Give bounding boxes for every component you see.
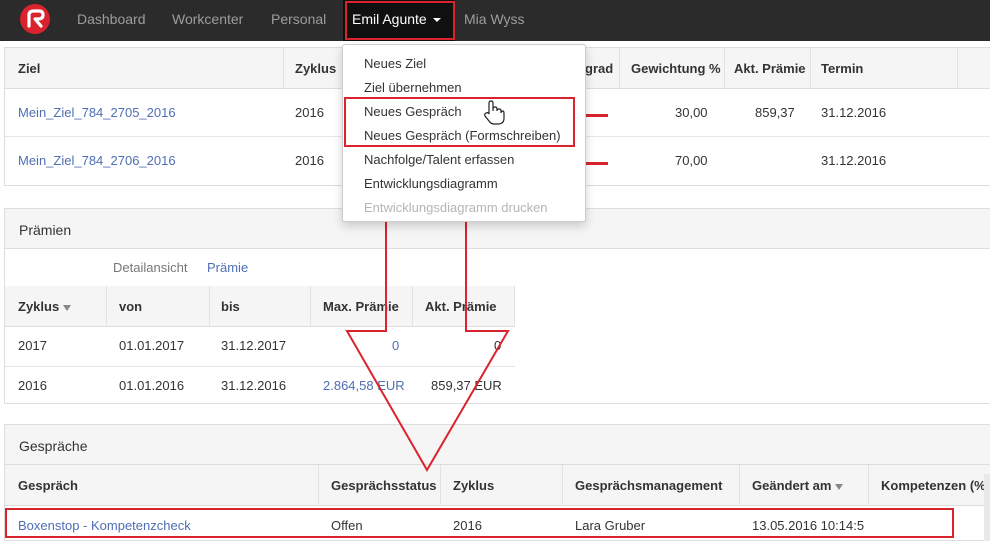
col-max-praemie[interactable]: Max. Prämie — [323, 299, 399, 314]
menu-item-ziel-uebernehmen[interactable]: Ziel übernehmen — [364, 80, 462, 95]
nav-user-mia[interactable]: Mia Wyss — [464, 11, 525, 27]
bonus-akt: 859,37 EUR — [431, 378, 502, 393]
col-kompetenzen[interactable]: Kompetenzen (%) — [881, 478, 990, 493]
col-gespraech[interactable]: Gespräch — [18, 478, 78, 493]
nav-workcenter[interactable]: Workcenter — [172, 11, 243, 27]
goal-praemie: 859,37 — [755, 105, 795, 120]
horizontal-scrollbar[interactable] — [984, 474, 990, 541]
bonus-bis: 31.12.2017 — [221, 338, 287, 353]
goal-termin: 31.12.2016 — [821, 105, 887, 120]
bonus-von: 01.01.2017 — [119, 338, 185, 353]
top-navbar: Dashboard Workcenter Personal Emil Agunt… — [0, 0, 990, 41]
subtab-praemie[interactable]: Prämie — [207, 260, 248, 275]
goal-zyklus: 2016 — [295, 105, 324, 120]
nav-personal[interactable]: Personal — [271, 11, 326, 27]
col-bis[interactable]: bis — [221, 299, 240, 314]
col-geaendert-am[interactable]: Geändert am — [752, 478, 844, 493]
highlight-box-new-talk-row — [5, 508, 954, 538]
col-termin[interactable]: Termin — [821, 61, 863, 76]
col-zyklus[interactable]: Zyklus — [295, 61, 336, 76]
col-akt-praemie[interactable]: Akt. Prämie — [734, 61, 806, 76]
bonus-max[interactable]: 2.864,58 EUR — [323, 378, 405, 393]
menu-item-nachfolge-talent[interactable]: Nachfolge/Talent erfassen — [364, 152, 514, 167]
menu-item-entwicklungsdiagramm[interactable]: Entwicklungsdiagramm — [364, 176, 498, 191]
sort-down-icon — [63, 304, 72, 311]
col-gespraechsstatus[interactable]: Gesprächsstatus — [331, 478, 437, 493]
bonus-max[interactable]: 0 — [392, 338, 399, 353]
col-gewichtung[interactable]: Gewichtung % — [631, 61, 721, 76]
col-zyklus[interactable]: Zyklus — [453, 478, 494, 493]
subtab-detailansicht[interactable]: Detailansicht — [113, 260, 187, 275]
hand-cursor-icon — [484, 100, 505, 125]
bonuses-panel: Prämien Detailansicht Prämie Zyklus von … — [4, 208, 990, 404]
bonuses-table-header: Zyklus von bis Max. Prämie Akt. Prämie — [5, 286, 515, 327]
talks-table-header: Gespräch Gesprächsstatus Zyklus Gespräch… — [5, 465, 990, 506]
menu-item-entwicklungsdiagramm-drucken: Entwicklungsdiagramm drucken — [364, 200, 548, 215]
app-logo-icon[interactable] — [20, 4, 50, 34]
bonus-zyklus: 2016 — [18, 378, 47, 393]
goal-zyklus: 2016 — [295, 153, 324, 168]
bonus-von: 01.01.2016 — [119, 378, 185, 393]
highlight-box-new-talk-items — [344, 97, 575, 147]
red-marker — [586, 114, 608, 117]
menu-item-neues-ziel[interactable]: Neues Ziel — [364, 56, 426, 71]
goal-gewichtung: 70,00 — [675, 153, 708, 168]
highlight-box-user-menu — [345, 1, 455, 40]
bonus-akt: 0 — [494, 338, 502, 353]
nav-dashboard[interactable]: Dashboard — [77, 11, 146, 27]
goal-link[interactable]: Mein_Ziel_784_2706_2016 — [18, 153, 176, 168]
col-akt-praemie[interactable]: Akt. Prämie — [425, 299, 497, 314]
goal-link[interactable]: Mein_Ziel_784_2705_2016 — [18, 105, 176, 120]
col-von[interactable]: von — [119, 299, 142, 314]
goal-termin: 31.12.2016 — [821, 153, 887, 168]
bonus-bis: 31.12.2016 — [221, 378, 287, 393]
red-marker — [586, 162, 608, 165]
col-zyklus[interactable]: Zyklus — [18, 299, 72, 314]
col-ziel[interactable]: Ziel — [18, 61, 40, 76]
goal-gewichtung: 30,00 — [675, 105, 708, 120]
col-gespraechsmanagement[interactable]: Gesprächsmanagement — [575, 478, 722, 493]
talks-panel-title: Gespräche — [5, 425, 990, 465]
sort-down-icon — [835, 483, 844, 490]
bonus-zyklus: 2017 — [18, 338, 47, 353]
col-zielerreichungsgrad[interactable]: grad — [585, 61, 613, 76]
